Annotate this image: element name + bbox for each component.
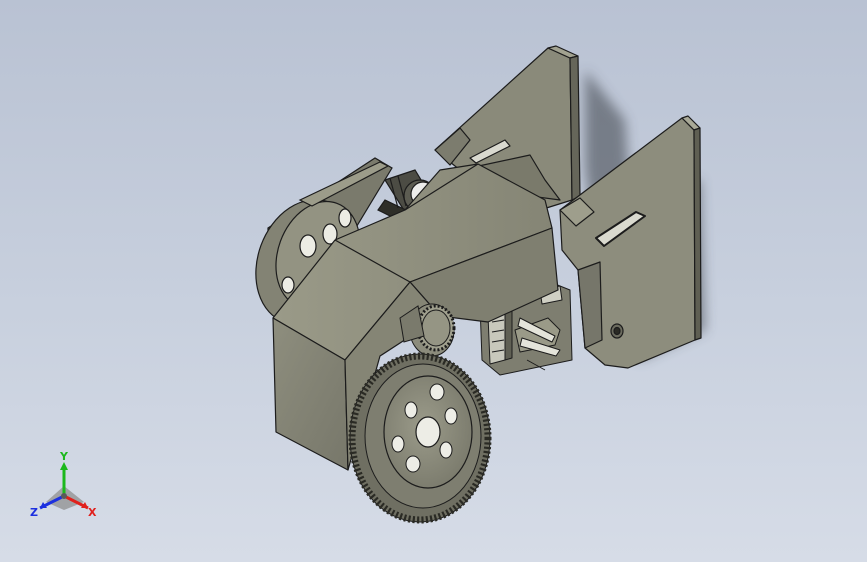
gear-center-hole	[415, 416, 441, 448]
y-axis-label: Y	[59, 450, 69, 463]
right-side-plate[interactable]	[559, 115, 702, 369]
pulley-hole	[299, 234, 317, 258]
gear-hole	[391, 435, 405, 453]
gear-hole	[405, 455, 421, 473]
z-axis-label: Z	[30, 506, 38, 519]
gear-hole	[404, 401, 418, 419]
gear-hole	[439, 441, 453, 459]
pulley-hole	[338, 208, 352, 228]
y-axis-arrow	[60, 462, 68, 470]
pulley-hole	[281, 276, 295, 294]
graphics-viewport[interactable]: X Y Z	[0, 0, 867, 562]
axis-triad: X Y Z	[30, 450, 97, 519]
x-axis-label: X	[88, 506, 97, 519]
gear-hole	[429, 383, 445, 401]
large-spur-gear[interactable]	[348, 352, 492, 524]
gear-hole	[444, 407, 458, 425]
cad-model[interactable]	[0, 0, 867, 562]
